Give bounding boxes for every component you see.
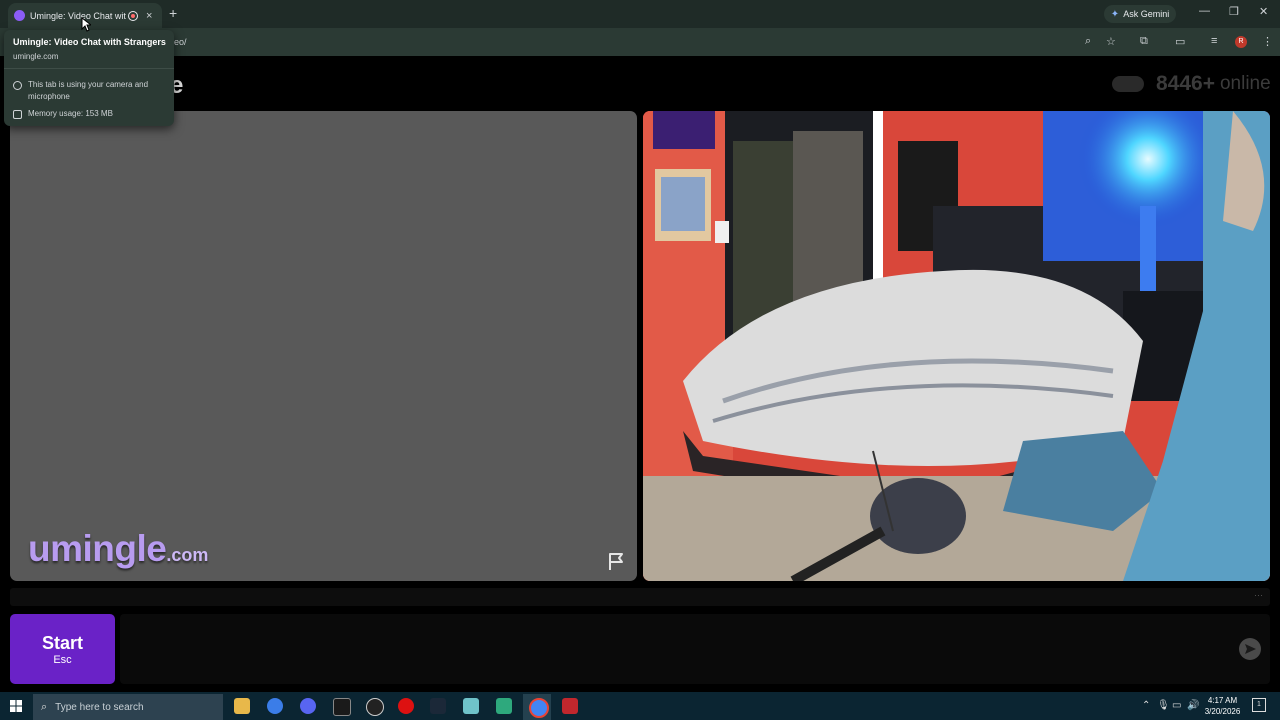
hover-card-url: umingle.com	[13, 52, 59, 61]
clock-date: 3/20/2026	[1204, 707, 1241, 716]
window-close-icon[interactable]: ✕	[1259, 5, 1268, 18]
strip-dots-icon: ···	[1254, 590, 1263, 600]
camera-notice: This tab is using your camera and microp…	[28, 80, 149, 101]
address-url-text[interactable]: eo/	[174, 37, 187, 47]
tab-hover-card: Umingle: Video Chat with Strangers uming…	[4, 30, 174, 126]
system-clock[interactable]: 4:17 AM 3/20/2026	[1200, 695, 1245, 717]
stranger-video	[10, 111, 637, 581]
start-shortcut: Esc	[53, 654, 72, 666]
browser-tab-bar: Umingle: Video Chat with Strangers × + ✦…	[0, 0, 1280, 28]
clock-time: 4:17 AM	[1207, 696, 1238, 705]
chrome-icon[interactable]	[529, 698, 549, 718]
bookmark-star-icon[interactable]: ☆	[1106, 35, 1116, 48]
restore-icon[interactable]: ❐	[1229, 5, 1239, 18]
file-explorer-icon[interactable]	[234, 698, 250, 714]
hover-card-divider	[4, 68, 174, 69]
volume-icon[interactable]: 🔊	[1187, 700, 1199, 711]
ask-gemini-button[interactable]: ✦ Ask Gemini	[1104, 5, 1176, 23]
android-studio-icon[interactable]	[496, 698, 512, 714]
tab-close-icon[interactable]: ×	[146, 10, 152, 22]
ask-gemini-label: Ask Gemini	[1123, 9, 1170, 19]
chat-input[interactable]	[120, 614, 1270, 684]
theme-toggle[interactable]	[1112, 76, 1144, 92]
camera-in-use-icon	[13, 81, 22, 90]
tray-overflow-icon[interactable]: ⌃	[1142, 700, 1150, 711]
umingle-watermark: umingle.com	[28, 528, 208, 570]
obs-icon[interactable]	[366, 698, 384, 716]
start-label: Start	[41, 633, 83, 653]
media-controls-icon[interactable]: ≡	[1211, 35, 1217, 47]
gemini-spark-icon: ✦	[1110, 8, 1120, 20]
watermark-tld: .com	[166, 545, 209, 565]
steam-icon[interactable]	[430, 698, 446, 714]
zoom-icon[interactable]: ⌕	[1085, 35, 1091, 48]
record-app-icon[interactable]	[398, 698, 414, 714]
side-panel-icon[interactable]: ▭	[1175, 35, 1185, 48]
status-strip: ···	[10, 588, 1270, 606]
memory-usage: Memory usage: 153 MB	[28, 109, 113, 118]
tab-title: Umingle: Video Chat with Strangers	[30, 10, 126, 21]
windows-start-icon[interactable]	[10, 700, 22, 712]
notification-center-icon[interactable]: 1	[1252, 698, 1266, 712]
start-button[interactable]: Start Esc	[10, 614, 115, 684]
online-label: online	[1219, 73, 1271, 94]
minimize-icon[interactable]: —	[1199, 5, 1210, 17]
profile-avatar[interactable]: R	[1235, 36, 1247, 48]
recording-indicator-icon	[128, 10, 138, 21]
online-count: 8446+	[1156, 72, 1215, 95]
microphone-icon[interactable]: 🎙	[1157, 700, 1170, 711]
taskbar-search[interactable]: ⌕ Type here to search	[33, 694, 223, 720]
send-button[interactable]	[1239, 638, 1261, 660]
extensions-icon[interactable]: ⧉	[1140, 35, 1148, 48]
hover-card-title: Umingle: Video Chat with Strangers	[13, 37, 166, 47]
network-icon[interactable]: ▭	[1172, 700, 1181, 711]
copilot-icon[interactable]	[267, 698, 283, 714]
discord-icon[interactable]	[300, 698, 316, 714]
self-camera-video	[643, 111, 1270, 581]
memory-icon	[13, 110, 22, 119]
new-tab-button[interactable]: +	[169, 5, 177, 21]
online-status: 8446+ online	[1112, 72, 1271, 96]
search-icon: ⌕	[41, 700, 48, 713]
browser-menu-icon[interactable]: ⋮	[1262, 35, 1273, 48]
mouse-cursor-icon	[81, 17, 91, 32]
report-flag-icon[interactable]	[606, 550, 628, 572]
umingle-favicon-icon	[14, 10, 25, 21]
unity-icon[interactable]	[333, 698, 351, 716]
watermark-main: umingle	[28, 528, 167, 569]
browser-toolbar: eo/ ⌕ ☆ ⧉ ▭ ≡ ⋮	[0, 28, 1280, 56]
search-placeholder: Type here to search	[55, 701, 144, 713]
notepad-icon[interactable]	[463, 698, 479, 714]
send-arrow-icon	[1245, 644, 1256, 654]
camera-feed-image	[643, 111, 1270, 581]
adobe-icon[interactable]	[562, 698, 578, 714]
